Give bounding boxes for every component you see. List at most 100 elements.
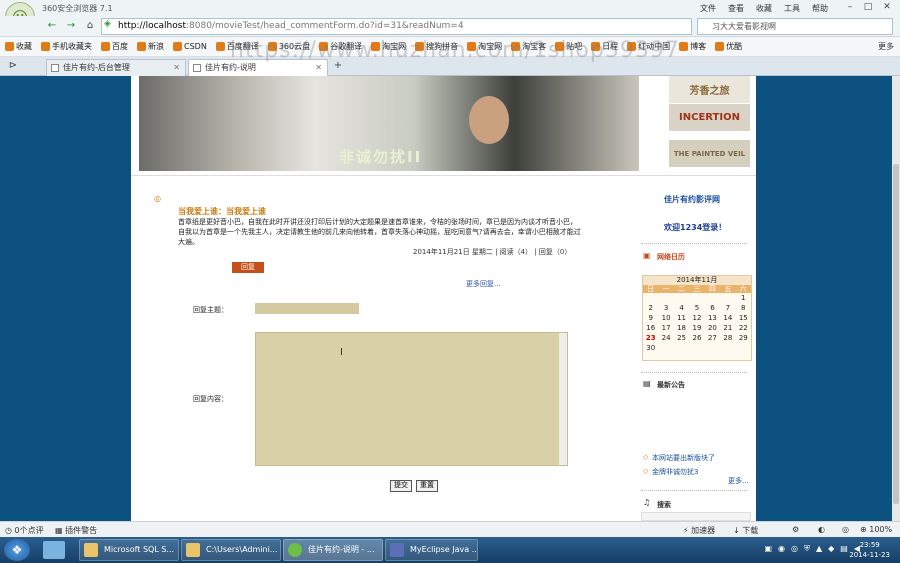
- menu-help[interactable]: 帮助: [812, 3, 828, 14]
- bookmark-item[interactable]: 新浪: [137, 41, 164, 52]
- poster-item[interactable]: INCERTION: [669, 104, 750, 131]
- calendar-day[interactable]: 2: [643, 303, 658, 313]
- calendar-day[interactable]: 6: [705, 303, 720, 313]
- status-icon[interactable]: ◎: [842, 525, 849, 534]
- tray-icon[interactable]: ◎: [791, 544, 798, 554]
- plugin-warning[interactable]: ▦ 插件警告: [55, 525, 97, 536]
- menu-favorites[interactable]: 收藏: [756, 3, 772, 14]
- bookmark-item[interactable]: 贴吧: [555, 41, 582, 52]
- poster-item[interactable]: THE PAINTED VEIL: [669, 140, 750, 167]
- new-tab-icon[interactable]: +: [331, 59, 345, 73]
- calendar-day[interactable]: 3: [658, 303, 673, 313]
- bookmarks-more[interactable]: 更多: [878, 41, 894, 52]
- taskbar-item[interactable]: C:\Users\Admini...: [181, 539, 281, 561]
- zoom-level[interactable]: ⊕ 100%: [860, 525, 892, 534]
- calendar-day[interactable]: 11: [674, 313, 689, 323]
- bookmark-item[interactable]: 谷歌翻译: [319, 41, 362, 52]
- tray-icon[interactable]: ◆: [828, 544, 834, 554]
- bookmark-item[interactable]: 淘宝网: [371, 41, 406, 52]
- taskbar-item[interactable]: Microsoft SQL S...: [79, 539, 179, 561]
- calendar-day[interactable]: 10: [658, 313, 673, 323]
- calendar-day[interactable]: 30: [643, 343, 658, 353]
- calendar-day[interactable]: 13: [705, 313, 720, 323]
- calendar-day[interactable]: 18: [674, 323, 689, 333]
- search-input[interactable]: 习大大爱看影视啊: [697, 18, 893, 35]
- accelerator-button[interactable]: ⚡ 加速器: [683, 525, 715, 536]
- submit-button[interactable]: 提交: [390, 480, 412, 492]
- bookmark-item[interactable]: 百度: [101, 41, 128, 52]
- calendar-day[interactable]: 15: [736, 313, 751, 323]
- maximize-icon[interactable]: □: [860, 2, 876, 12]
- bookmark-item[interactable]: 搜狗拼音: [415, 41, 458, 52]
- bookmark-item[interactable]: 淘宝客: [511, 41, 546, 52]
- calendar-day[interactable]: 8: [736, 303, 751, 313]
- minimize-icon[interactable]: –: [842, 2, 858, 12]
- calendar-day[interactable]: 16: [643, 323, 658, 333]
- notice-item[interactable]: 本网站要出新版块了: [652, 453, 715, 463]
- tray-icon[interactable]: ▤: [840, 544, 848, 554]
- reset-button[interactable]: 重置: [416, 480, 438, 492]
- taskbar-item[interactable]: 佳片有约-说明 - ...: [283, 539, 383, 561]
- download-button[interactable]: ↓ 下载: [733, 525, 758, 536]
- textarea-scrollbar[interactable]: [559, 333, 567, 465]
- calendar-day[interactable]: 27: [705, 333, 720, 343]
- sidebar-toggle-icon[interactable]: ⊳: [6, 59, 20, 73]
- calendar-day[interactable]: 25: [674, 333, 689, 343]
- taskbar-item[interactable]: MyEclipse Java ...: [385, 539, 478, 561]
- tray-icon[interactable]: ⛨: [804, 544, 810, 554]
- reply-button[interactable]: 回复: [232, 262, 264, 273]
- calendar-day[interactable]: 23: [643, 333, 658, 343]
- notice-item[interactable]: 金牌非诚勿扰3: [652, 467, 698, 477]
- calendar-day[interactable]: 1: [736, 293, 751, 303]
- bookmark-item[interactable]: 博客: [679, 41, 706, 52]
- menu-tools[interactable]: 工具: [784, 3, 800, 14]
- tray-icon[interactable]: ▲: [816, 544, 822, 554]
- calendar-day[interactable]: 9: [643, 313, 658, 323]
- calendar-day[interactable]: 19: [689, 323, 704, 333]
- calendar-day[interactable]: 7: [720, 303, 735, 313]
- calendar-day[interactable]: 5: [689, 303, 704, 313]
- comments-status[interactable]: ◷ 0个点评: [5, 525, 44, 536]
- content-textarea[interactable]: I: [255, 332, 568, 466]
- calendar-day[interactable]: 28: [720, 333, 735, 343]
- calendar-day[interactable]: 29: [736, 333, 751, 343]
- close-tab-icon[interactable]: ✕: [173, 60, 180, 75]
- forward-icon[interactable]: →: [64, 19, 78, 33]
- bookmark-item[interactable]: CSDN: [173, 42, 207, 51]
- bookmark-item[interactable]: 日程: [591, 41, 618, 52]
- status-icon[interactable]: ⚙: [792, 525, 799, 534]
- clock[interactable]: 23:59 2014-11-23: [849, 540, 890, 560]
- bookmark-item[interactable]: 360云盘: [267, 41, 310, 52]
- address-bar[interactable]: http://localhost:8080/movieTest/head_com…: [101, 18, 692, 35]
- home-icon[interactable]: ⌂: [83, 19, 97, 33]
- bookmark-item[interactable]: 优酷: [715, 41, 742, 52]
- tab-description[interactable]: 佳片有约-说明 ✕: [188, 59, 328, 76]
- close-tab-icon[interactable]: ✕: [315, 60, 322, 75]
- bookmark-item[interactable]: 红动中国: [627, 41, 670, 52]
- sidebar-search-input[interactable]: [641, 512, 751, 521]
- scrollbar-thumb[interactable]: [893, 164, 899, 504]
- pinned-app-icon[interactable]: [43, 541, 65, 559]
- calendar-day[interactable]: 14: [720, 313, 735, 323]
- calendar-day[interactable]: 22: [736, 323, 751, 333]
- page-scrollbar[interactable]: [892, 76, 900, 521]
- subject-input[interactable]: [255, 303, 359, 314]
- poster-item[interactable]: 芳香之旅: [669, 76, 750, 103]
- bookmark-item[interactable]: 淘宝网: [467, 41, 502, 52]
- calendar-day[interactable]: 4: [674, 303, 689, 313]
- notice-more-link[interactable]: 更多...: [728, 476, 749, 486]
- tab-admin[interactable]: 佳片有约-后台管理 ✕: [46, 59, 186, 76]
- calendar-day[interactable]: 21: [720, 323, 735, 333]
- calendar-day[interactable]: 24: [658, 333, 673, 343]
- calendar-day[interactable]: 20: [705, 323, 720, 333]
- status-icon[interactable]: ◐: [818, 525, 825, 534]
- bookmark-item[interactable]: 百度翻译: [215, 41, 259, 52]
- calendar-day[interactable]: 17: [658, 323, 673, 333]
- bookmark-item[interactable]: 手机收藏夹: [41, 41, 92, 52]
- calendar-day[interactable]: 12: [689, 313, 704, 323]
- tray-icon[interactable]: ▣: [764, 544, 772, 554]
- menu-file[interactable]: 文件: [700, 3, 716, 14]
- back-icon[interactable]: ←: [45, 19, 59, 33]
- tray-icon[interactable]: ◉: [778, 544, 785, 554]
- bookmark-item[interactable]: 收藏: [5, 41, 32, 52]
